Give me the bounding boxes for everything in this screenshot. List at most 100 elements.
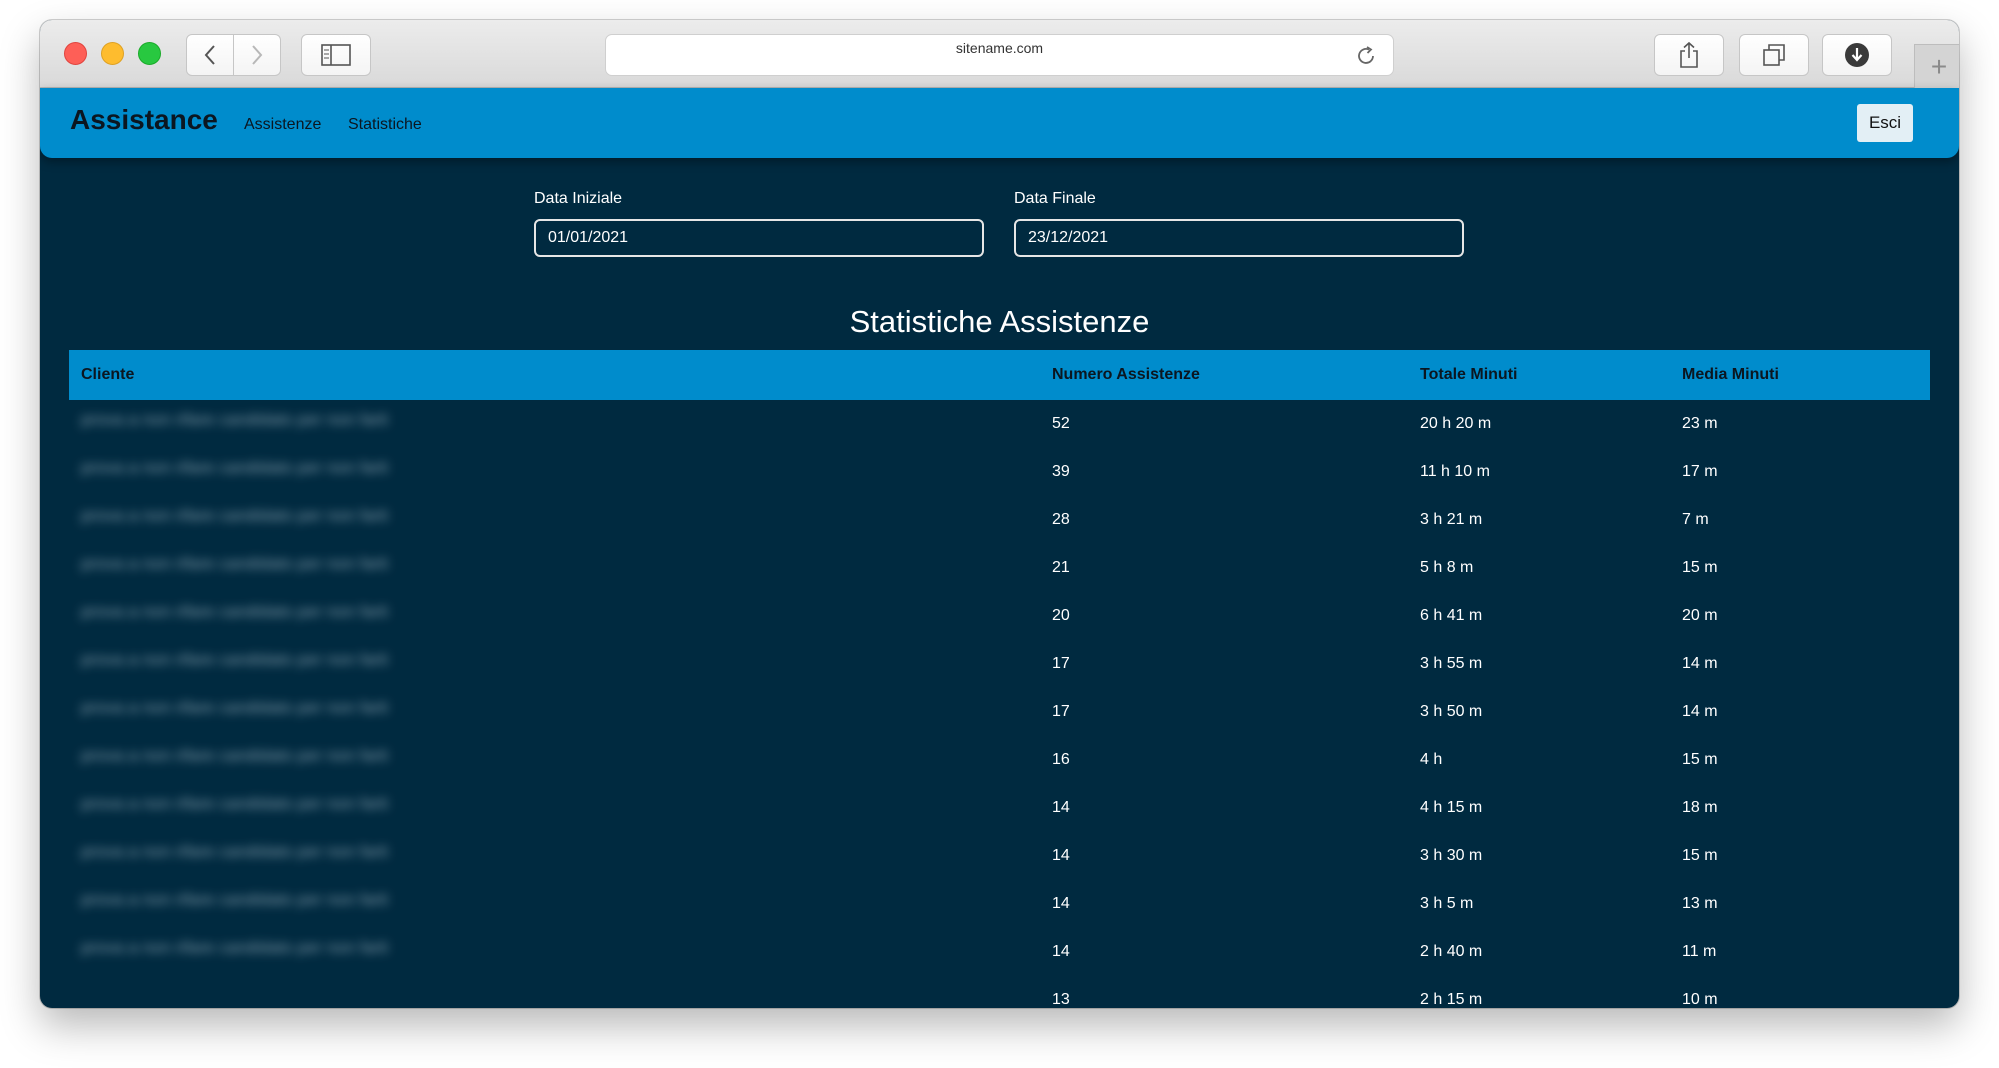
assistance-count-cell-text: 17	[1052, 655, 1070, 672]
close-window-button[interactable]	[64, 42, 87, 65]
total-minutes-cell: 6 h 41 m	[1408, 592, 1670, 640]
column-header-cliente[interactable]: Cliente	[69, 350, 1040, 400]
client-name-cell: prova a non rifare candidato per non far…	[69, 688, 1040, 736]
logout-button[interactable]: Esci	[1857, 104, 1913, 142]
app-navbar: Assistance Assistenze Statistiche Esci	[40, 88, 1959, 158]
table-row[interactable]: prova a non rifare candidato per non far…	[69, 496, 1930, 544]
average-minutes-cell: 11 m	[1670, 928, 1930, 976]
client-name-cell-text: prova a non rifare candidato per non far…	[81, 458, 389, 477]
page-title: Statistiche Assistenze	[849, 304, 1150, 339]
assistance-count-cell-text: 14	[1052, 895, 1070, 912]
column-header-media-minuti[interactable]: Media Minuti	[1670, 350, 1930, 400]
client-name-cell: prova a non rifare candidato per non far…	[69, 400, 1040, 448]
column-header-numero-assistenze[interactable]: Numero Assistenze	[1040, 350, 1408, 400]
sidebar-toggle-button[interactable]	[301, 34, 371, 76]
table-row[interactable]: prova a non rifare candidato per non far…	[69, 832, 1930, 880]
start-date-label: Data Iniziale	[534, 190, 623, 207]
table-row[interactable]: prova a non rifare candidato per non far…	[69, 688, 1930, 736]
assistance-count-cell-text: 39	[1052, 463, 1070, 480]
table-row[interactable]: prova a non rifare candidato per non far…	[69, 544, 1930, 592]
nav-link-assistenze[interactable]: Assistenze	[244, 116, 321, 134]
client-name-cell-text: prova a non rifare candidato per non far…	[81, 602, 389, 621]
assistance-count-cell: 39	[1040, 448, 1408, 496]
assistance-count-cell: 21	[1040, 544, 1408, 592]
address-bar[interactable]: sitename.com	[605, 34, 1394, 76]
table-row[interactable]: prova a non rifare candidato per non far…	[69, 400, 1930, 448]
average-minutes-cell-text: 14 m	[1682, 703, 1718, 720]
total-minutes-cell-text: 3 h 5 m	[1420, 895, 1474, 912]
client-name-cell-text: prova a non rifare candidato per non far…	[81, 890, 389, 909]
total-minutes-cell: 4 h 15 m	[1408, 784, 1670, 832]
table-row[interactable]: prova a non rifare candidato per non far…	[69, 736, 1930, 784]
end-date-label: Data Finale	[1014, 190, 1096, 207]
total-minutes-cell-text: 20 h 20 m	[1420, 415, 1492, 432]
average-minutes-cell-text: 7 m	[1682, 511, 1709, 528]
tab-overview-button[interactable]	[1739, 34, 1809, 76]
table-row[interactable]: prova a non rifare candidato per non far…	[69, 784, 1930, 832]
average-minutes-cell-text: 18 m	[1682, 799, 1718, 816]
average-minutes-cell-text: 15 m	[1682, 751, 1718, 768]
average-minutes-cell: 20 m	[1670, 592, 1930, 640]
table-row[interactable]: prova a non rifare candidato per non far…	[69, 880, 1930, 928]
total-minutes-cell-text: 3 h 55 m	[1420, 655, 1483, 672]
assistance-count-cell-text: 28	[1052, 511, 1070, 528]
total-minutes-cell: 2 h 15 m	[1408, 976, 1670, 1008]
table-row[interactable]: prova a non rifare candidato per non far…	[69, 640, 1930, 688]
total-minutes-cell-text: 4 h	[1420, 751, 1443, 768]
client-name-cell: prova a non rifare candidato per non far…	[69, 928, 1040, 976]
url-text: sitename.com	[955, 40, 1044, 56]
client-name-cell: prova a non rifare candidato per non far…	[69, 544, 1040, 592]
total-minutes-cell-text: 3 h 21 m	[1420, 511, 1483, 528]
downloads-button[interactable]	[1822, 34, 1892, 76]
minimize-window-button[interactable]	[101, 42, 124, 65]
total-minutes-cell: 3 h 30 m	[1408, 832, 1670, 880]
total-minutes-cell-text: 3 h 30 m	[1420, 847, 1483, 864]
client-name-cell: prova a non rifare candidato per non far…	[69, 736, 1040, 784]
client-name-cell: prova a non rifare candidato per non far…	[69, 832, 1040, 880]
chevron-right-icon	[252, 45, 263, 65]
chevron-left-icon	[204, 45, 215, 65]
assistance-count-cell: 14	[1040, 784, 1408, 832]
average-minutes-cell: 10 m	[1670, 976, 1930, 1008]
average-minutes-cell-text: 15 m	[1682, 559, 1718, 576]
assistance-count-cell: 14	[1040, 832, 1408, 880]
table-header-row: Cliente Numero Assistenze Totale Minuti …	[69, 350, 1930, 400]
stats-table: Cliente Numero Assistenze Totale Minuti …	[69, 350, 1930, 1008]
average-minutes-cell-text: 10 m	[1682, 991, 1718, 1008]
app-brand[interactable]: Assistance	[70, 104, 218, 136]
total-minutes-cell: 5 h 8 m	[1408, 544, 1670, 592]
average-minutes-cell-text: 14 m	[1682, 655, 1718, 672]
nav-link-statistiche[interactable]: Statistiche	[348, 116, 422, 134]
table-row[interactable]: 13 2 h 15 m 10 m	[69, 976, 1930, 1008]
forward-button[interactable]	[233, 34, 281, 76]
total-minutes-cell: 20 h 20 m	[1408, 400, 1670, 448]
table-row[interactable]: prova a non rifare candidato per non far…	[69, 592, 1930, 640]
table-row[interactable]: prova a non rifare candidato per non far…	[69, 928, 1930, 976]
share-button[interactable]	[1654, 34, 1724, 76]
total-minutes-cell: 3 h 5 m	[1408, 880, 1670, 928]
assistance-count-cell: 16	[1040, 736, 1408, 784]
reload-icon[interactable]	[1355, 45, 1377, 67]
assistance-count-cell-text: 14	[1052, 943, 1070, 960]
start-date-input[interactable]	[534, 219, 984, 257]
average-minutes-cell: 13 m	[1670, 880, 1930, 928]
average-minutes-cell: 14 m	[1670, 640, 1930, 688]
total-minutes-cell-text: 2 h 15 m	[1420, 991, 1483, 1008]
zoom-window-button[interactable]	[138, 42, 161, 65]
back-button[interactable]	[186, 34, 234, 76]
table-row[interactable]: prova a non rifare candidato per non far…	[69, 448, 1930, 496]
assistance-count-cell-text: 13	[1052, 991, 1070, 1008]
browser-toolbar: sitename.com +	[40, 20, 1959, 89]
total-minutes-cell-text: 11 h 10 m	[1420, 463, 1490, 480]
column-header-totale-minuti[interactable]: Totale Minuti	[1408, 350, 1670, 400]
assistance-count-cell: 13	[1040, 976, 1408, 1008]
average-minutes-cell-text: 11 m	[1682, 943, 1717, 960]
table-body: prova a non rifare candidato per non far…	[69, 400, 1930, 1008]
share-icon	[1680, 41, 1698, 68]
client-name-cell-text: prova a non rifare candidato per non far…	[81, 746, 389, 765]
total-minutes-cell: 4 h	[1408, 736, 1670, 784]
new-tab-button[interactable]: +	[1914, 44, 1959, 89]
total-minutes-cell: 2 h 40 m	[1408, 928, 1670, 976]
average-minutes-cell: 14 m	[1670, 688, 1930, 736]
end-date-input[interactable]	[1014, 219, 1464, 257]
